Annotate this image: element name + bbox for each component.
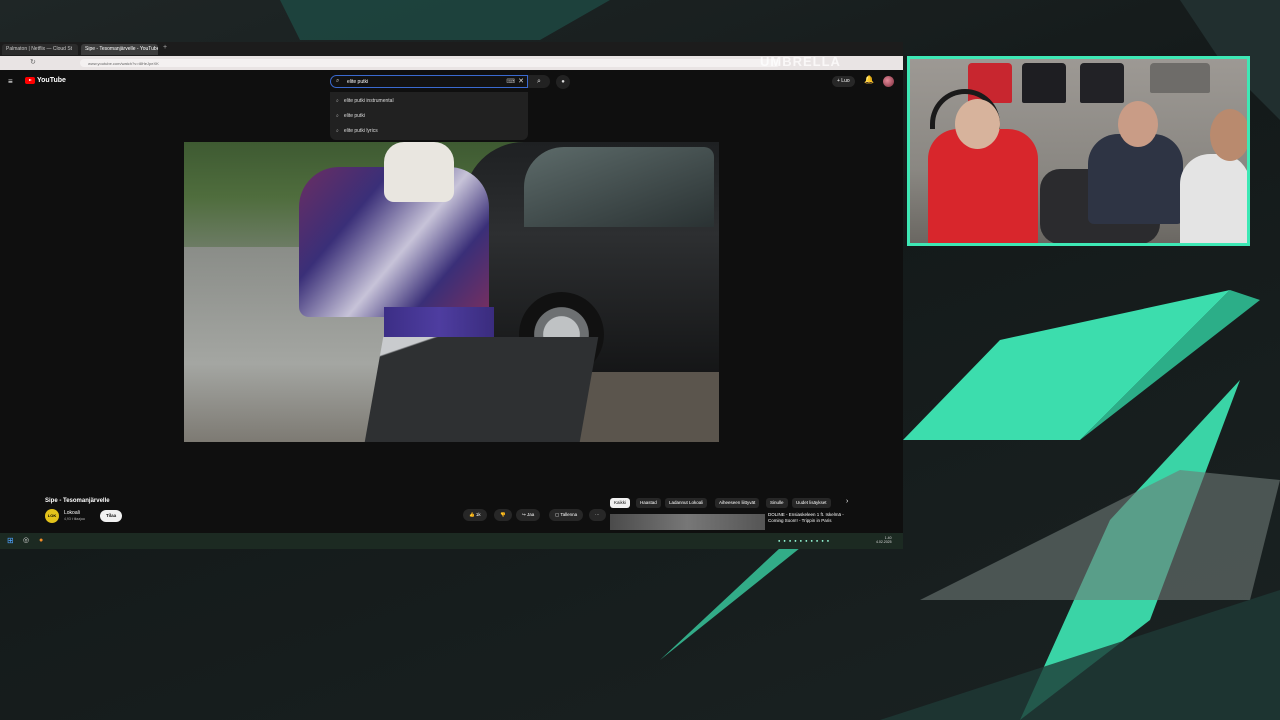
chip-all[interactable]: Kaikki <box>610 498 631 508</box>
shard-mid <box>660 548 800 660</box>
clear-icon[interactable]: ✕ <box>518 77 524 85</box>
shard-right-1 <box>903 290 1230 440</box>
overlay-brand-logo: UMBRELLA <box>760 54 841 69</box>
webcam-head-right <box>1210 109 1247 161</box>
create-button[interactable]: + Luo <box>832 76 855 87</box>
chip[interactable]: Ladannut Lokoali <box>665 498 708 508</box>
wall-shelf <box>1150 63 1210 93</box>
thumbs-down-icon: 👎 <box>500 512 506 517</box>
recommendation-thumbnail[interactable] <box>610 514 765 530</box>
video-player[interactable] <box>184 142 719 442</box>
microphone-icon[interactable]: ● <box>556 75 570 89</box>
clock[interactable]: 1.40 4.02.2025 <box>876 536 892 544</box>
search-icon: ⌕ <box>336 128 339 134</box>
tab-netflix[interactable]: Palmaton | Netflix — Cloud St <box>2 44 78 55</box>
wall-shirt <box>1080 63 1124 103</box>
chip[interactable]: Uudet lisäykset <box>792 498 831 508</box>
keyboard-icon[interactable]: ⌨ <box>506 78 515 85</box>
youtube-header: ≡ YouTube ⌕ elite putki ⌨ ✕ ⌕ ● + Luo 🔔 <box>0 72 903 90</box>
dislike-button[interactable]: 👎 <box>494 509 512 521</box>
suggestion-item[interactable]: ⌕ elite putki instrumental <box>336 98 394 104</box>
video-scene-chair <box>364 337 599 442</box>
save-button[interactable]: ▢ Tallenna <box>549 509 584 521</box>
search-button[interactable]: ⌕ <box>528 75 550 88</box>
chip[interactable]: Sinulle <box>766 498 788 508</box>
thumbs-up-icon: 👍 <box>469 512 476 517</box>
video-info: Sipe - Tesomanjärvelle LOK Lokoali 4,93 … <box>0 490 903 538</box>
suggestion-item[interactable]: ⌕ elite putki lyrics <box>336 128 378 134</box>
webcam-head-middle <box>1118 101 1158 147</box>
recommendation-title[interactable]: DOLINE - Ensiaskeleen 1 ft. Iskelmä - Co… <box>768 512 853 524</box>
shard-right-4 <box>920 470 1280 600</box>
tab-youtube[interactable]: Sipe - Tesomanjärvelle - YouTube <box>81 44 158 55</box>
suggestion-item[interactable]: ⌕ elite putki <box>336 113 365 119</box>
chevron-right-icon[interactable]: › <box>846 498 848 505</box>
video-scene-car-window <box>524 147 714 227</box>
more-button[interactable]: ··· <box>589 509 606 521</box>
youtube-logo[interactable]: YouTube <box>25 77 66 84</box>
video-title: Sipe - Tesomanjärvelle <box>45 498 110 504</box>
webcam-person-middle <box>1088 134 1183 224</box>
channel-name[interactable]: Lokoali <box>64 510 80 516</box>
system-tray[interactable]: ●●●●●●●●●● <box>778 538 832 543</box>
subscriber-count: 4,93 t tilaajaa <box>64 517 85 521</box>
search-suggestions: ⌕ elite putki instrumental ⌕ elite putki ⌕… <box>330 92 528 140</box>
taskbar: ⊞ ◎ ● ●●●●●●●●●● 1.40 4.02.2025 <box>0 533 903 549</box>
windows-start-icon[interactable]: ⊞ <box>7 537 14 545</box>
search-icon: ⌕ <box>336 98 339 104</box>
share-button[interactable]: ↪ Jaa <box>516 509 541 521</box>
channel-avatar[interactable]: LOK <box>45 509 59 523</box>
bell-icon[interactable]: 🔔 <box>864 75 874 84</box>
shard-top <box>280 0 610 40</box>
wall-shirt <box>1022 63 1066 103</box>
webcam-overlay <box>907 56 1250 246</box>
avatar[interactable] <box>883 76 894 87</box>
url-field[interactable]: www.youtube.com/watch?v=t8HeJpeXK <box>80 59 780 67</box>
menu-icon[interactable]: ≡ <box>8 77 13 86</box>
new-tab-button[interactable]: + <box>163 44 167 51</box>
search-icon: ⌕ <box>336 78 340 84</box>
video-scene-hood <box>384 142 454 202</box>
search-icon: ⌕ <box>336 113 339 119</box>
webcam-head-left <box>955 99 1000 149</box>
search-input[interactable]: ⌕ elite putki ⌨ ✕ <box>330 75 528 88</box>
youtube-play-icon <box>25 77 35 84</box>
chip[interactable]: Haastad <box>636 498 661 508</box>
browser-window: Palmaton | Netflix — Cloud St Sipe - Tes… <box>0 42 903 549</box>
webcam-person-right <box>1180 154 1247 243</box>
like-button[interactable]: 👍 1k <box>463 509 487 521</box>
subscribe-button[interactable]: Tilaa <box>100 510 123 522</box>
search-query: elite putki <box>347 79 369 85</box>
firefox-icon[interactable]: ● <box>39 537 43 545</box>
back-icon[interactable]: ↻ <box>30 58 36 66</box>
chip[interactable]: Aiheeseen liittyvät <box>715 498 760 508</box>
taskbar-app-icon[interactable]: ◎ <box>23 537 29 545</box>
youtube-logo-text: YouTube <box>37 77 66 84</box>
